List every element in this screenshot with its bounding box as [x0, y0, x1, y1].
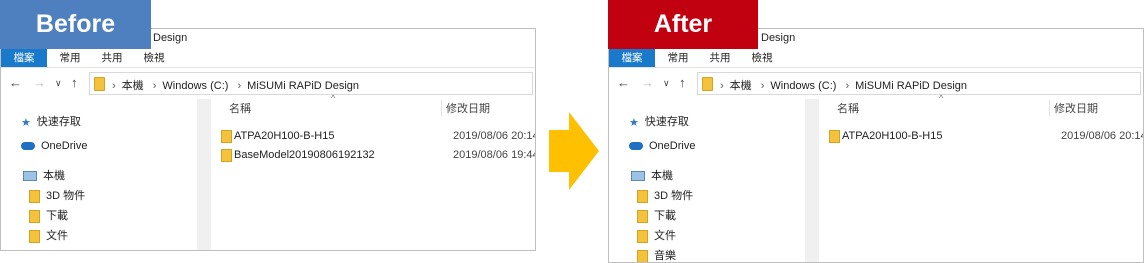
recent-locations-chevron-icon[interactable]: ∨ [663, 78, 670, 89]
computer-icon [23, 171, 37, 182]
chevron-right-icon: › [760, 80, 765, 92]
nav-item-music[interactable]: 音樂 [637, 247, 676, 262]
cloud-icon [21, 142, 35, 151]
nav-item-quick-access[interactable]: ★ 快速存取 [21, 113, 81, 129]
before-badge: Before [0, 0, 151, 49]
nav-item-onedrive[interactable]: OneDrive [21, 140, 87, 152]
up-arrow-icon[interactable]: ↑ [679, 75, 686, 90]
after-badge: After [608, 0, 758, 49]
breadcrumb-drive[interactable]: Windows (C:) [770, 80, 836, 92]
file-name: ATPA20H100-B-H15 [234, 130, 335, 142]
folder-icon [29, 229, 40, 243]
nav-item-3d-objects[interactable]: 3D 物件 [637, 187, 693, 203]
column-header-date[interactable]: 修改日期 [441, 100, 490, 116]
arrow-right-icon [549, 112, 599, 190]
breadcrumb-this-pc[interactable]: 本機 [730, 80, 752, 92]
address-row: ← → ∨ ↑ › 本機 › Windows (C:) › MiSUMi RAPiD … [609, 70, 1143, 96]
breadcrumb-folder[interactable]: MiSUMi RAPiD Design [247, 80, 359, 92]
folder-icon [29, 189, 40, 203]
tab-home[interactable]: 常用 [663, 49, 693, 67]
folder-icon [637, 249, 648, 262]
file-date: 2019/08/06 19:44 [453, 149, 536, 161]
chevron-right-icon: › [237, 80, 242, 92]
ribbon-tabs: 檔案 常用 共用 檢視 [609, 49, 1143, 68]
after-explorer-window: Design 檔案 常用 共用 檢視 ← → ∨ ↑ › 本機 › Windows … [608, 28, 1144, 263]
file-list: ^ 名稱 修改日期 ATPA20H100-B-H15 2019/08/06 20… [211, 93, 535, 250]
breadcrumb-drive[interactable]: Windows (C:) [162, 80, 228, 92]
chevron-right-icon: › [152, 80, 157, 92]
tab-share[interactable]: 共用 [97, 49, 127, 67]
folder-icon [94, 77, 105, 91]
tab-file[interactable]: 檔案 [609, 49, 655, 67]
chevron-right-icon: › [845, 80, 850, 92]
file-date: 2019/08/06 20:14 [453, 130, 536, 142]
forward-arrow-icon[interactable]: → [641, 75, 654, 90]
nav-item-documents[interactable]: 文件 [637, 227, 676, 243]
up-arrow-icon[interactable]: ↑ [71, 75, 78, 90]
file-name: BaseModel20190806192132 [234, 149, 375, 161]
back-arrow-icon[interactable]: ← [617, 75, 630, 90]
folder-icon [221, 130, 232, 143]
column-header-name[interactable]: 名稱 [837, 100, 859, 116]
tab-file[interactable]: 檔案 [1, 49, 47, 67]
window-title: Design [153, 32, 188, 44]
file-row[interactable]: ATPA20H100-B-H15 2019/08/06 20:14 [221, 129, 535, 145]
computer-icon [631, 171, 645, 182]
folder-icon [702, 77, 713, 91]
back-arrow-icon[interactable]: ← [9, 75, 22, 90]
forward-arrow-icon[interactable]: → [33, 75, 46, 90]
folder-icon [637, 229, 648, 243]
cloud-icon [629, 142, 643, 151]
breadcrumb: › 本機 › Windows (C:) › MiSUMi RAPiD Design [110, 77, 363, 93]
nav-item-documents[interactable]: 文件 [29, 227, 68, 243]
navigation-pane: ★ 快速存取 OneDrive 本機 3D 物件 下載 文件 音樂 [609, 99, 805, 262]
pane-divider[interactable] [197, 99, 211, 250]
breadcrumb-this-pc[interactable]: 本機 [122, 80, 144, 92]
column-header-name[interactable]: 名稱 [229, 100, 251, 116]
breadcrumb: › 本機 › Windows (C:) › MiSUMi RAPiD Design [718, 77, 971, 93]
tab-home[interactable]: 常用 [55, 49, 85, 67]
ribbon-tabs: 檔案 常用 共用 檢視 [1, 49, 535, 68]
file-date: 2019/08/06 20:14 [1061, 130, 1144, 142]
nav-item-downloads[interactable]: 下載 [29, 207, 68, 223]
address-bar[interactable]: › 本機 › Windows (C:) › MiSUMi RAPiD Design [697, 72, 1141, 95]
sort-caret-icon: ^ [939, 93, 944, 103]
tab-view[interactable]: 檢視 [139, 49, 169, 67]
address-row: ← → ∨ ↑ › 本機 › Windows (C:) › MiSUMi RAPiD … [1, 70, 535, 96]
folder-icon [29, 209, 40, 223]
file-row[interactable]: BaseModel20190806192132 2019/08/06 19:44 [221, 148, 535, 164]
recent-locations-chevron-icon[interactable]: ∨ [55, 78, 62, 89]
address-bar[interactable]: › 本機 › Windows (C:) › MiSUMi RAPiD Design [89, 72, 533, 95]
folder-icon [637, 209, 648, 223]
folder-icon [829, 130, 840, 143]
folder-icon [637, 189, 648, 203]
tab-view[interactable]: 檢視 [747, 49, 777, 67]
nav-item-3d-objects[interactable]: 3D 物件 [29, 187, 85, 203]
star-icon: ★ [629, 116, 639, 129]
sort-caret-icon: ^ [331, 93, 336, 103]
file-row[interactable]: ATPA20H100-B-H15 2019/08/06 20:14 [829, 129, 1143, 145]
nav-item-onedrive[interactable]: OneDrive [629, 140, 695, 152]
nav-item-this-pc[interactable]: 本機 [631, 167, 673, 183]
before-explorer-window: Design 檔案 常用 共用 檢視 ← → ∨ ↑ › 本機 › Windows … [0, 28, 536, 251]
folder-icon [221, 149, 232, 162]
nav-item-quick-access[interactable]: ★ 快速存取 [629, 113, 689, 129]
column-header-date[interactable]: 修改日期 [1049, 100, 1098, 116]
navigation-pane: ★ 快速存取 OneDrive 本機 3D 物件 下載 文件 [1, 99, 197, 250]
nav-item-this-pc[interactable]: 本機 [23, 167, 65, 183]
pane-divider[interactable] [805, 99, 819, 262]
window-title: Design [761, 32, 796, 44]
tab-share[interactable]: 共用 [705, 49, 735, 67]
breadcrumb-folder[interactable]: MiSUMi RAPiD Design [855, 80, 967, 92]
nav-item-downloads[interactable]: 下載 [637, 207, 676, 223]
file-list: ^ 名稱 修改日期 ATPA20H100-B-H15 2019/08/06 20… [819, 93, 1143, 262]
file-name: ATPA20H100-B-H15 [842, 130, 943, 142]
chevron-right-icon: › [112, 80, 116, 92]
star-icon: ★ [21, 116, 31, 129]
chevron-right-icon: › [720, 80, 724, 92]
